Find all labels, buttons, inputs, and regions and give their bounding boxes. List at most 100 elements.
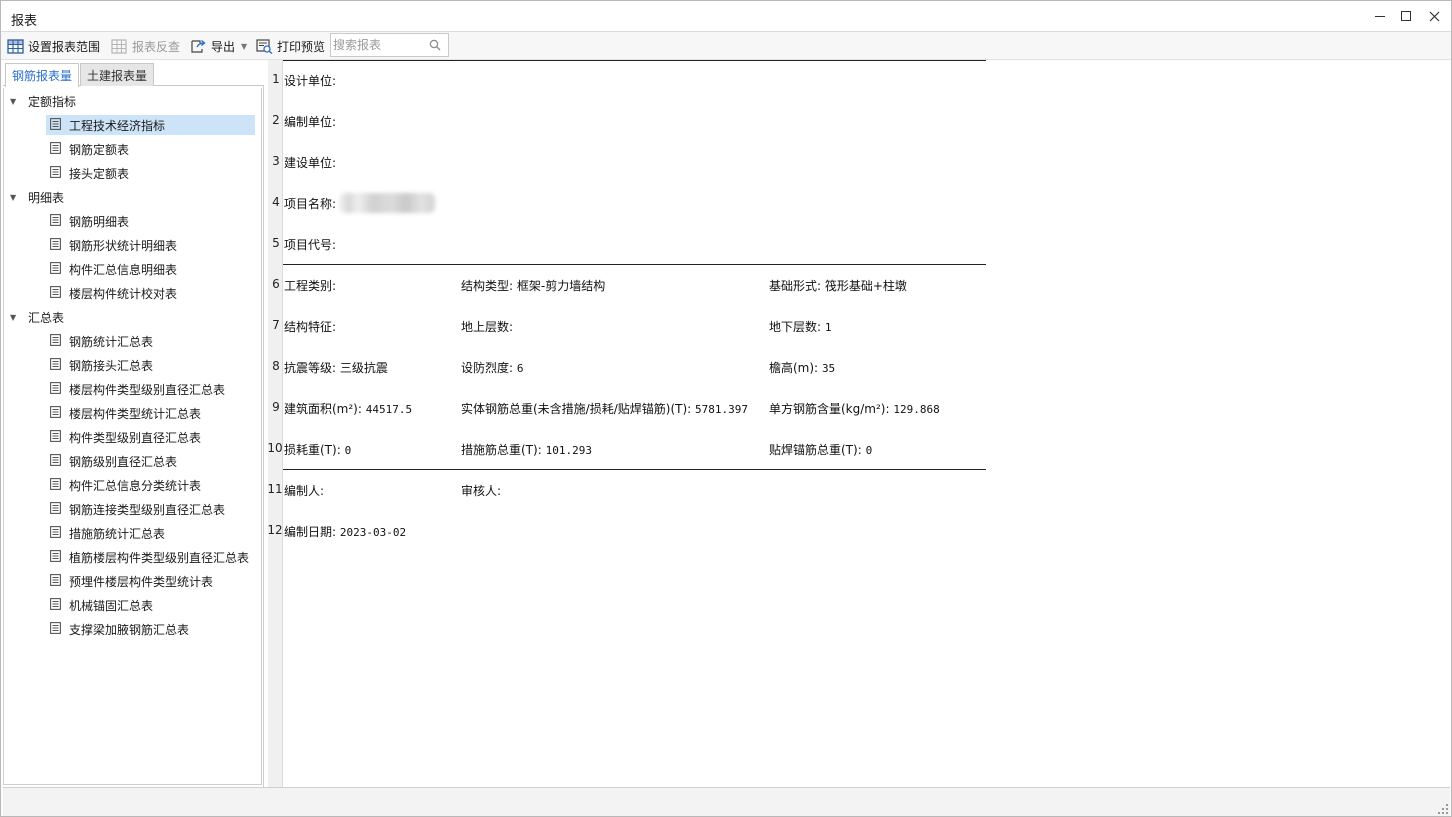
row-number-gutter: 1 2 3 4 5 6 7 8 9 10 11 12 (267, 60, 283, 787)
document-icon (50, 237, 61, 253)
maximize-button[interactable] (1391, 5, 1421, 27)
document-icon (50, 525, 61, 541)
report-window: 报表 设置报表范围 报表反查 导出 ▼ 打印预览 搜索报表 钢筋报表量 土建报表… (0, 0, 1452, 817)
row-number: 6 (272, 277, 280, 291)
tree-item[interactable]: 构件汇总信息分类统计表 (46, 475, 255, 495)
unit-rebar-content: 单方钢筋含量(kg/m²): 129.868 (769, 400, 940, 417)
tab-civil-report[interactable]: 土建报表量 (80, 63, 155, 86)
chevron-down-icon[interactable]: ▼ (10, 313, 20, 322)
tree-item-label: 钢筋接头汇总表 (69, 358, 154, 373)
divider-top (283, 60, 986, 61)
tree-item-label: 钢筋连接类型级别直径汇总表 (69, 502, 226, 517)
reverse-check-label: 报表反查 (132, 39, 181, 54)
tree-item[interactable]: 支撑梁加腋钢筋汇总表 (46, 619, 255, 639)
eave-height-label: 檐高(m): (769, 361, 819, 375)
print-preview-label: 打印预览 (277, 39, 326, 54)
row-number: 7 (272, 318, 280, 332)
tree-item[interactable]: 钢筋级别直径汇总表 (46, 451, 255, 471)
floors-below: 地下层数: 1 (769, 318, 832, 335)
tree-item[interactable]: 钢筋形状统计明细表 (46, 235, 255, 255)
tree-item[interactable]: 楼层构件类型级别直径汇总表 (46, 379, 255, 399)
report-list-panel: 钢筋报表量 土建报表量 ▼ 定额指标 工程技术经济指标 钢筋定额表 接头定额表 ▼ 明细表钢… (3, 60, 264, 787)
document-icon (50, 141, 61, 157)
tree-item-label: 楼层构件类型级别直径汇总表 (69, 382, 226, 397)
tab-rebar-report[interactable]: 钢筋报表量 (5, 63, 80, 87)
window-title: 报表 (11, 14, 38, 29)
tree-item-label: 构件类型级别直径汇总表 (69, 430, 202, 445)
tree-group-label: 汇总表 (28, 310, 65, 325)
tree-item[interactable]: 接头定额表 (46, 163, 255, 183)
rebar-weight-label: 实体钢筋总重(未含措施/损耗/贴焊锚筋)(T): (461, 402, 692, 416)
tree-group[interactable]: ▼ 定额指标 (10, 91, 76, 111)
tree-item-label: 钢筋明细表 (69, 214, 130, 229)
print-preview-button[interactable]: 打印预览 (256, 35, 325, 57)
seismic-grade-label: 抗震等级: (284, 361, 337, 375)
tree-item-label: 机械锚固汇总表 (69, 598, 154, 613)
tree-item[interactable]: 预埋件楼层构件类型统计表 (46, 571, 255, 591)
export-button[interactable]: 导出 ▼ (190, 35, 247, 57)
structure-type: 结构类型: 框架-剪力墙结构 (461, 277, 605, 294)
table-search-icon (111, 38, 127, 54)
document-icon (50, 405, 61, 421)
row-number: 2 (272, 113, 280, 127)
tree-item[interactable]: 钢筋连接类型级别直径汇总表 (46, 499, 255, 519)
export-label: 导出 (211, 39, 236, 54)
tree-group[interactable]: ▼ 汇总表 (10, 307, 64, 327)
compile-date-value: 2023-03-02 (339, 526, 407, 539)
tree-item[interactable]: 机械锚固汇总表 (46, 595, 255, 615)
resize-grip-icon[interactable] (1438, 804, 1448, 814)
structure-type-value: 框架-剪力墙结构 (516, 279, 606, 293)
tree-item[interactable]: 楼层构件统计校对表 (46, 283, 255, 303)
tree-item[interactable]: 构件类型级别直径汇总表 (46, 427, 255, 447)
loss-weight-value: 0 (344, 444, 352, 457)
tree-group[interactable]: ▼ 明细表 (10, 187, 64, 207)
tree-item[interactable]: 措施筋统计汇总表 (46, 523, 255, 543)
close-button[interactable] (1419, 5, 1449, 27)
redacted-project-name (339, 193, 435, 213)
tree-item[interactable]: 钢筋统计汇总表 (46, 331, 255, 351)
tree-item[interactable]: 钢筋定额表 (46, 139, 255, 159)
set-report-range-button[interactable]: 设置报表范围 (7, 35, 100, 57)
row-number: 5 (272, 236, 280, 250)
row-number: 10 (267, 441, 283, 455)
report-preview: 1 2 3 4 5 6 7 8 9 10 11 12 设计单位: 编制单位: 建设单位: 项目名称: … (266, 60, 1451, 787)
document-icon (50, 549, 61, 565)
floors-below-value: 1 (824, 321, 832, 334)
tree-item[interactable]: 植筋楼层构件类型级别直径汇总表 (46, 547, 255, 567)
building-area: 建筑面积(m²): 44517.5 (284, 400, 412, 417)
design-unit-label: 设计单位: (284, 74, 337, 88)
rebar-weight-value: 5781.397 (695, 403, 748, 416)
fortification-value: 6 (516, 362, 524, 375)
document-icon (50, 285, 61, 301)
row-number: 9 (272, 400, 280, 414)
tree-item-label: 接头定额表 (69, 166, 130, 181)
tree-item[interactable]: 构件汇总信息明细表 (46, 259, 255, 279)
search-input[interactable] (333, 37, 427, 53)
project-name-label: 项目名称: (284, 197, 337, 211)
divider-section-2 (283, 469, 986, 470)
chevron-down-icon[interactable]: ▼ (10, 97, 20, 106)
chevron-down-icon[interactable]: ▼ (10, 193, 20, 202)
tree-group-label: 定额指标 (28, 94, 77, 109)
search-icon[interactable] (429, 39, 441, 51)
floors-above-label: 地上层数: (461, 320, 514, 334)
compile-date: 编制日期: 2023-03-02 (284, 523, 406, 540)
tree-item[interactable]: 工程技术经济指标 (46, 115, 255, 135)
reverse-check-button[interactable]: 报表反查 (111, 35, 180, 57)
eave-height-value: 35 (821, 362, 836, 375)
weld-anchor-weight: 贴焊锚筋总重(T): 0 (769, 441, 872, 458)
fortification-intensity: 设防烈度: 6 (461, 359, 524, 376)
tree-item-label: 植筋楼层构件类型级别直径汇总表 (69, 550, 250, 565)
structure-feature-label: 结构特征: (284, 320, 337, 334)
tree-item-label: 预埋件楼层构件类型统计表 (69, 574, 214, 589)
print-preview-icon (256, 38, 273, 54)
tree-item[interactable]: 楼层构件类型统计汇总表 (46, 403, 255, 423)
tree-item[interactable]: 钢筋明细表 (46, 211, 255, 231)
foundation-form: 基础形式: 筏形基础+柱墩 (769, 277, 907, 294)
tree-item-label: 构件汇总信息分类统计表 (69, 478, 202, 493)
building-area-label: 建筑面积(m²): (284, 402, 362, 416)
fortification-label: 设防烈度: (461, 361, 514, 375)
tree-item[interactable]: 钢筋接头汇总表 (46, 355, 255, 375)
building-area-value: 44517.5 (365, 403, 413, 416)
document-icon (50, 213, 61, 229)
